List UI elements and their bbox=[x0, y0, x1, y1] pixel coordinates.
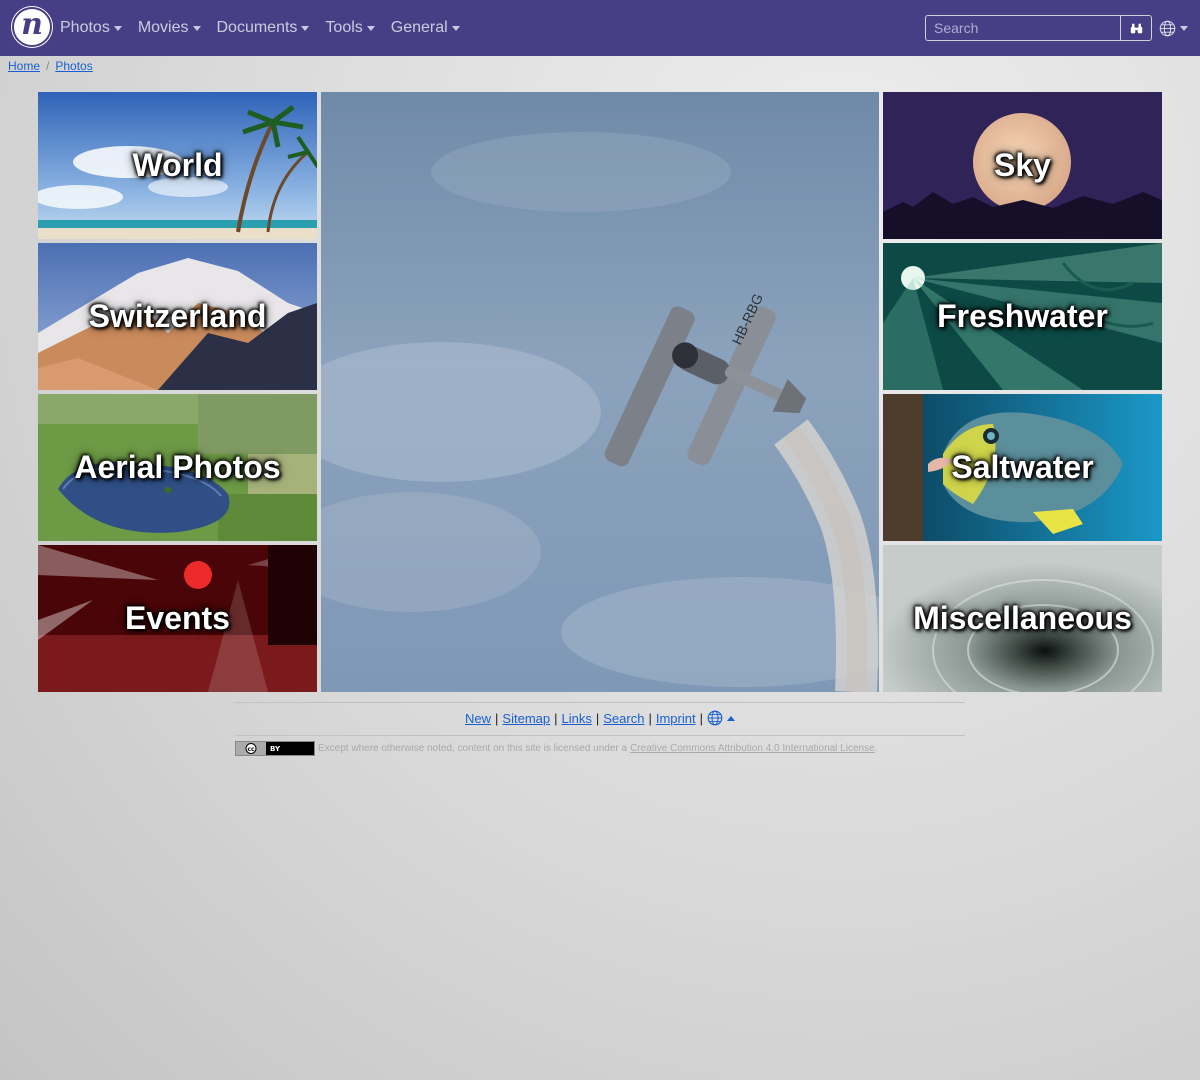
tile-saltwater[interactable]: Saltwater bbox=[883, 394, 1162, 541]
menu-movies[interactable]: Movies bbox=[138, 19, 201, 37]
caret-up-icon bbox=[726, 715, 735, 721]
separator: | bbox=[648, 710, 652, 726]
binoculars-icon bbox=[1130, 23, 1142, 33]
tile-label: Events bbox=[125, 600, 230, 636]
license-suffix: . bbox=[874, 743, 878, 754]
menu-label: Photos bbox=[60, 19, 110, 36]
featured-photo[interactable]: HB-RBG bbox=[321, 92, 879, 692]
separator: | bbox=[495, 710, 499, 726]
menu-label: Documents bbox=[216, 19, 298, 36]
tile-events[interactable]: Events bbox=[38, 545, 317, 692]
tile-label: Saltwater bbox=[951, 449, 1094, 485]
footer-link-links[interactable]: Links bbox=[562, 711, 592, 726]
tile-label: Freshwater bbox=[937, 298, 1108, 334]
tile-aerial-photos[interactable]: Aerial Photos bbox=[38, 394, 317, 541]
caret-down-icon bbox=[113, 25, 122, 31]
footer-language-dropup[interactable] bbox=[707, 710, 735, 726]
logo-letter: n bbox=[21, 7, 43, 42]
footer-links: New | Sitemap | Links | Search | Imprint… bbox=[235, 710, 965, 726]
menu-documents[interactable]: Documents bbox=[217, 19, 310, 37]
separator: | bbox=[595, 710, 600, 726]
language-dropdown[interactable] bbox=[1159, 17, 1188, 39]
footer-divider-bottom bbox=[235, 735, 965, 736]
breadcrumb-home-link[interactable]: Home bbox=[8, 59, 40, 73]
caret-down-icon bbox=[366, 25, 375, 31]
caret-down-icon bbox=[1180, 25, 1188, 31]
globe-icon bbox=[1159, 20, 1176, 36]
caret-down-icon bbox=[192, 25, 201, 31]
menu-label: General bbox=[390, 19, 448, 36]
tile-freshwater[interactable]: Freshwater bbox=[883, 243, 1162, 390]
tile-switzerland[interactable]: Switzerland bbox=[38, 243, 317, 390]
license-prefix: Except where otherwise noted, content on… bbox=[318, 743, 628, 754]
svg-text:cc: cc bbox=[247, 746, 255, 753]
license-notice: cc BY Except where otherwise noted, cont… bbox=[235, 741, 965, 756]
separator: | bbox=[699, 710, 703, 726]
footer-link-search[interactable]: Search bbox=[603, 711, 644, 726]
cc-by-badge[interactable]: cc BY bbox=[235, 741, 315, 756]
navbar: n Photos Movies Documents Tools General bbox=[0, 0, 1200, 56]
caret-down-icon bbox=[301, 25, 310, 31]
globe-icon bbox=[707, 710, 723, 726]
license-link[interactable]: Creative Commons Attribution 4.0 Interna… bbox=[630, 743, 875, 754]
menu-tools[interactable]: Tools bbox=[325, 19, 375, 37]
menu-label: Tools bbox=[325, 19, 363, 36]
tile-sky[interactable]: Sky bbox=[883, 92, 1162, 239]
tile-label: Miscellaneous bbox=[913, 600, 1132, 636]
footer-link-sitemap[interactable]: Sitemap bbox=[502, 711, 550, 726]
breadcrumb-separator: / bbox=[46, 59, 50, 73]
tile-world[interactable]: World bbox=[38, 92, 317, 239]
cc-icon: cc bbox=[236, 742, 266, 755]
footer-divider-top bbox=[235, 702, 965, 703]
tile-label: Aerial Photos bbox=[74, 449, 281, 485]
menu-label: Movies bbox=[137, 19, 189, 36]
main-menu: Photos Movies Documents Tools General bbox=[60, 0, 476, 56]
caret-down-icon bbox=[451, 25, 460, 31]
menu-general[interactable]: General bbox=[391, 19, 460, 37]
menu-photos[interactable]: Photos bbox=[60, 19, 122, 37]
breadcrumb-photos-link[interactable]: Photos bbox=[55, 59, 92, 73]
separator: | bbox=[554, 710, 558, 726]
cc-badge-by: BY bbox=[270, 744, 281, 753]
tile-label: World bbox=[132, 147, 223, 183]
footer-link-new[interactable]: New bbox=[465, 711, 491, 726]
footer-link-imprint[interactable]: Imprint bbox=[656, 711, 696, 726]
tile-label: Switzerland bbox=[88, 298, 267, 334]
search-input[interactable] bbox=[925, 15, 1121, 41]
search-button[interactable] bbox=[1120, 15, 1152, 41]
site-logo[interactable]: n bbox=[12, 7, 52, 47]
breadcrumb: Home / Photos bbox=[8, 59, 93, 73]
tile-label: Sky bbox=[994, 147, 1051, 183]
tile-miscellaneous[interactable]: Miscellaneous bbox=[883, 545, 1162, 692]
biplane-photo-image: HB-RBG bbox=[321, 132, 879, 692]
